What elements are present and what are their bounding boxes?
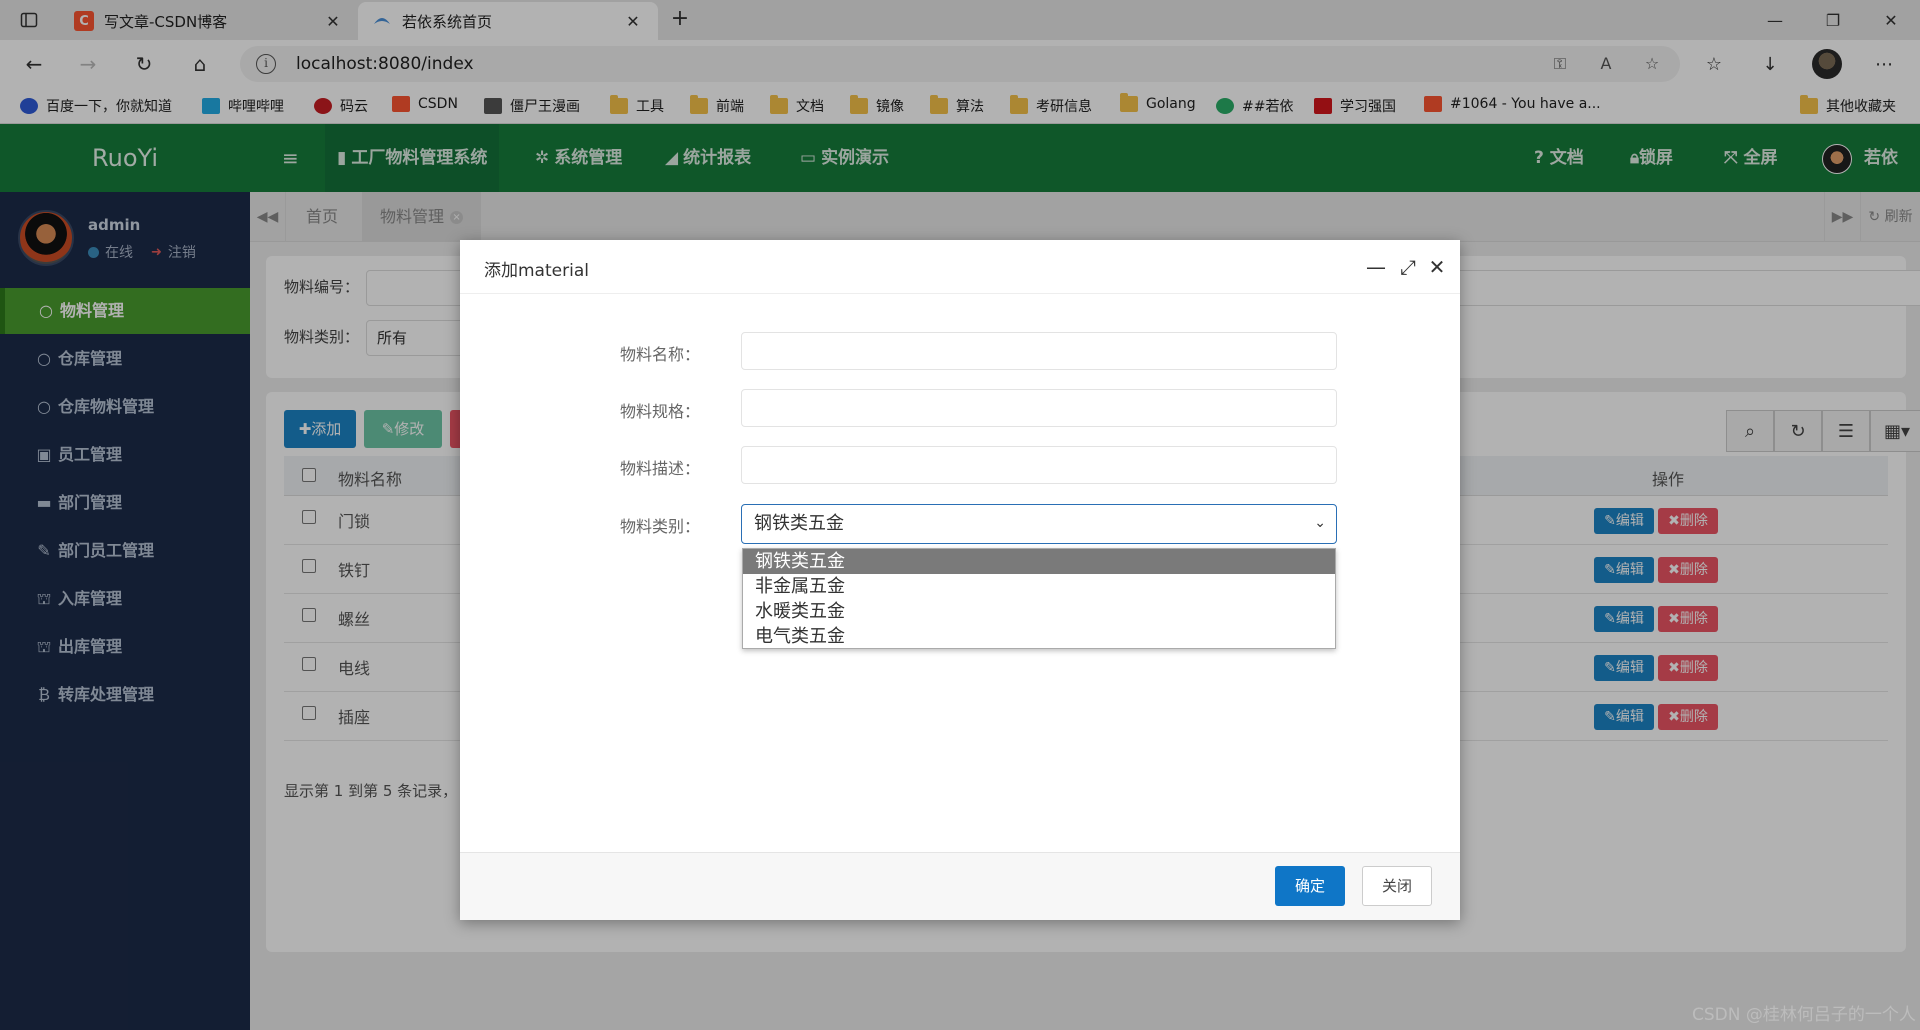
csdn-watermark: CSDN @桂林何吕子的一个人 <box>1692 1005 1916 1025</box>
confirm-button[interactable]: 确定 <box>1275 866 1345 906</box>
material-category-select[interactable]: 钢铁类五金 ⌄ <box>741 504 1337 544</box>
chevron-down-icon: ⌄ <box>1314 515 1326 531</box>
material-name-input[interactable] <box>741 332 1337 370</box>
option-steel[interactable]: 钢铁类五金 <box>743 549 1335 574</box>
name-field-label: 物料名称： <box>619 345 700 364</box>
material-spec-input[interactable] <box>741 389 1337 427</box>
category-field-label: 物料类别： <box>619 517 700 536</box>
maximize-icon[interactable]: ⤢ <box>1395 254 1421 280</box>
dialog-title: 添加material <box>484 261 589 281</box>
category-dropdown-list: 钢铁类五金 非金属五金 水暖类五金 电气类五金 <box>742 548 1336 649</box>
material-desc-input[interactable] <box>741 446 1337 484</box>
option-nonmetal[interactable]: 非金属五金 <box>743 574 1335 599</box>
option-electrical[interactable]: 电气类五金 <box>743 624 1335 649</box>
close-button[interactable]: 关闭 <box>1362 866 1432 906</box>
add-material-dialog: 添加material — ⤢ ✕ 物料名称： 物料规格： 物料描述： 物料类别：… <box>460 240 1460 920</box>
dialog-header: 添加material — ⤢ ✕ <box>460 240 1460 294</box>
minimize-icon[interactable]: — <box>1363 254 1389 280</box>
option-plumbing[interactable]: 水暖类五金 <box>743 599 1335 624</box>
desc-field-label: 物料描述： <box>619 459 700 478</box>
dialog-footer: 确定 关闭 <box>460 852 1460 920</box>
close-icon[interactable]: ✕ <box>1424 254 1450 280</box>
spec-field-label: 物料规格： <box>619 402 700 421</box>
selected-value: 钢铁类五金 <box>754 513 844 534</box>
